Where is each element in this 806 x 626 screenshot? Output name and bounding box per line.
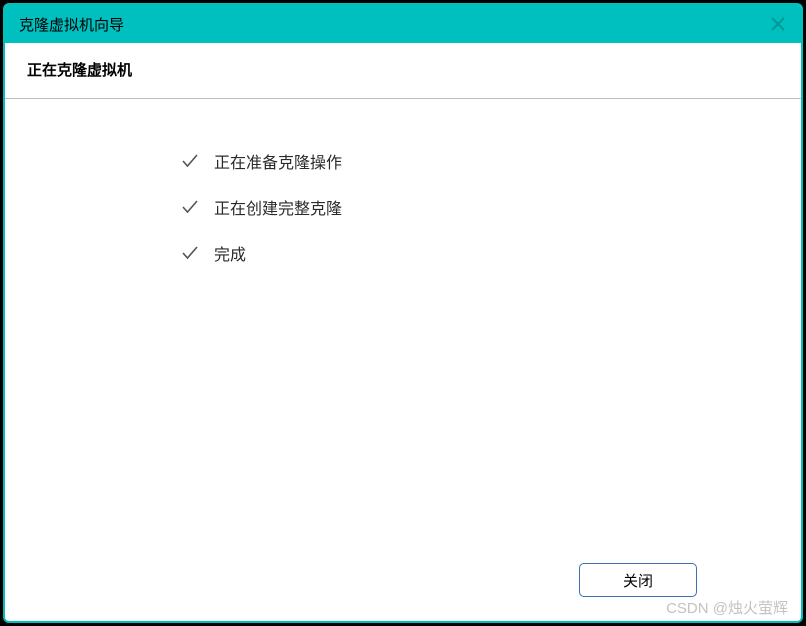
check-icon [180,197,200,217]
window-title: 克隆虚拟机向导 [19,14,124,35]
close-icon [771,17,785,31]
page-title: 正在克隆虚拟机 [27,59,779,80]
step-item: 正在创建完整克隆 [180,195,801,219]
step-label: 完成 [214,241,246,265]
step-item: 完成 [180,241,801,265]
check-icon [180,243,200,263]
step-list: 正在准备克隆操作 正在创建完整克隆 完成 [180,149,801,265]
check-icon [180,151,200,171]
wizard-window: 克隆虚拟机向导 正在克隆虚拟机 正在准备克隆操作 正在创建完整克隆 [3,3,803,623]
step-item: 正在准备克隆操作 [180,149,801,173]
close-button[interactable]: 关闭 [579,563,697,597]
window-close-button[interactable] [767,13,789,35]
step-label: 正在创建完整克隆 [214,195,342,219]
titlebar: 克隆虚拟机向导 [5,5,801,43]
wizard-footer: 关闭 [5,545,801,621]
wizard-header: 正在克隆虚拟机 [5,43,801,99]
step-label: 正在准备克隆操作 [214,149,342,173]
wizard-content: 正在准备克隆操作 正在创建完整克隆 完成 [5,99,801,545]
